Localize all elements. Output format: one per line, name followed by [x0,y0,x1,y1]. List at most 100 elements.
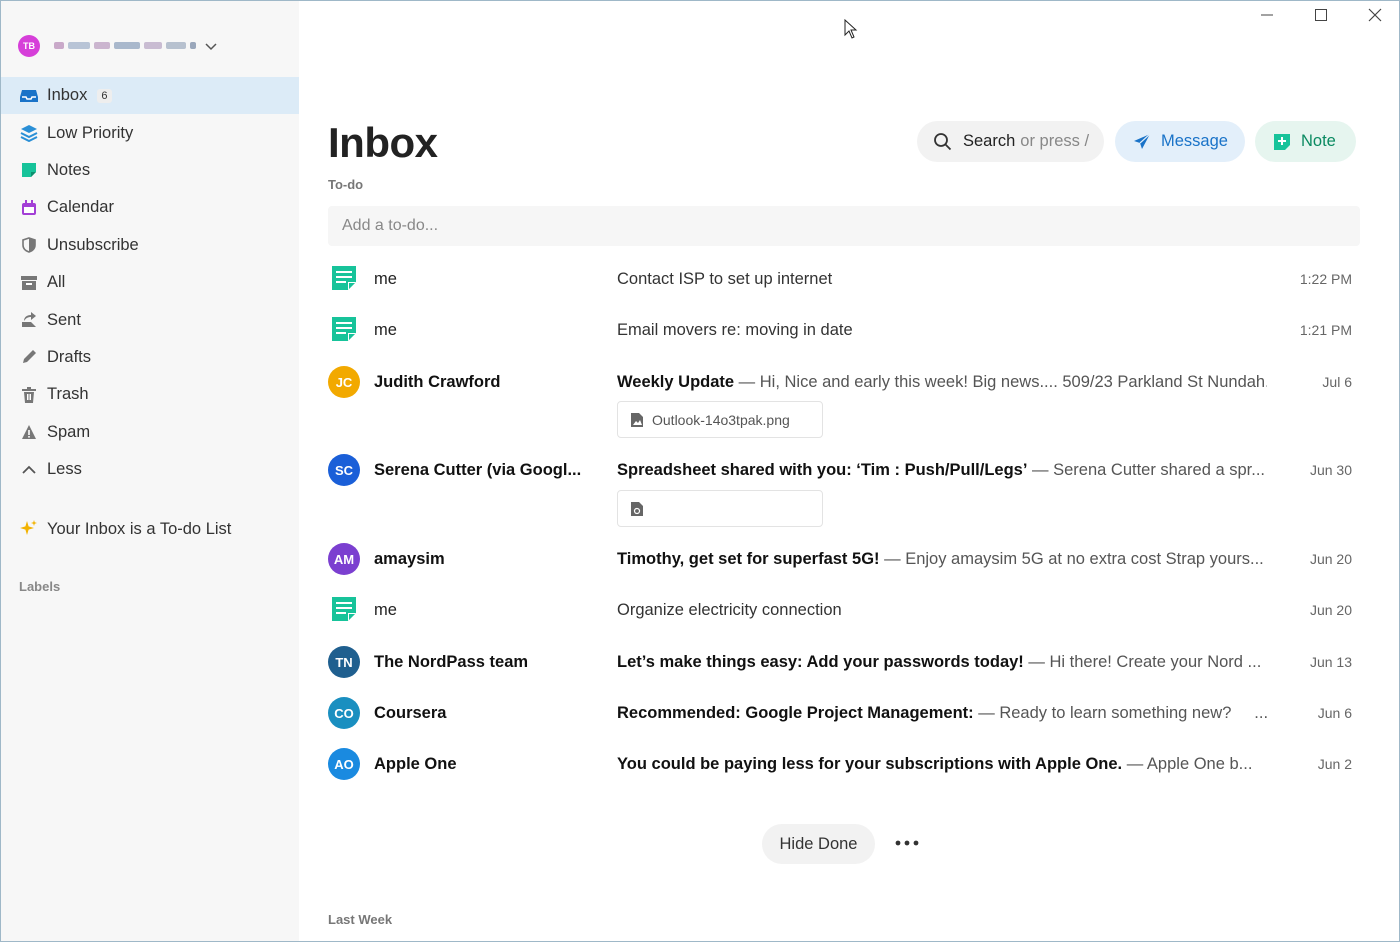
attachment-chip[interactable]: Outlook-14o3tpak.png [617,401,823,438]
row-preview: Email movers re: moving in date [617,321,853,339]
row-date: Jun 6 [1317,705,1352,721]
send-icon [1134,133,1151,149]
row-date: Jun 20 [1309,551,1352,567]
row-sender: amaysim [374,550,445,568]
row-preview: — Ready to learn something new? ... [973,704,1267,722]
row-preview: — Hi there! Create your Nord ... [1023,653,1262,671]
sidebar-nav: Inbox 6 Low Priority Notes Calendar Unsu… [1,77,299,488]
sidebar-item-label: All [47,273,66,292]
image-file-icon [631,412,643,427]
avatar: SC [328,454,360,486]
sidebar-item-low-priority[interactable]: Low Priority [1,114,299,151]
row-subject: Spreadsheet shared with you: ‘Tim : Push… [617,461,1028,479]
row-sender: Apple One [374,755,457,773]
row-sender: Coursera [374,704,447,722]
row-date: Jul 6 [1322,374,1352,390]
chevron-down-icon[interactable] [204,39,218,53]
attachment-chip[interactable] [617,490,823,527]
sidebar-item-label: Less [47,460,82,479]
sidebar-item-unsubscribe[interactable]: Unsubscribe [1,227,299,264]
close-button[interactable] [1365,5,1385,25]
avatar: AM [328,543,360,575]
row-date: Jun 2 [1317,756,1352,772]
row-date: Jun 30 [1309,462,1352,478]
pencil-icon [19,347,39,367]
sidebar-item-less[interactable]: Less [1,451,299,488]
new-message-label: Message [1161,132,1228,150]
row-sender: me [374,321,397,339]
hide-done-button[interactable]: Hide Done [762,824,875,864]
row-preview: — Apple One b... [1122,755,1253,773]
add-note-icon [1274,133,1290,150]
row-subject: Recommended: Google Project Management: [617,704,974,722]
row-sender: me [374,270,397,288]
mouse-cursor-icon [844,19,858,39]
search-button[interactable]: Search or press / [917,121,1104,162]
row-subject-line: Timothy, get set for superfast 5G! — Enj… [617,550,1267,569]
list-item[interactable]: TN The NordPass team Let’s make things e… [328,643,1360,683]
sidebar-item-label: Calendar [47,198,114,217]
page-title: Inbox [328,119,438,166]
sidebar-item-notes[interactable]: Notes [1,152,299,189]
sidebar-tip-todo-list[interactable]: Your Inbox is a To-do List [19,519,231,539]
list-item[interactable]: AM amaysim Timothy, get set for superfas… [328,540,1360,580]
account-switcher[interactable]: TB [18,35,218,57]
maximize-button[interactable] [1311,5,1331,25]
new-message-button[interactable]: Message [1115,121,1245,162]
send-icon [19,310,39,330]
more-options-button[interactable] [891,833,923,853]
avatar: JC [328,366,360,398]
sidebar-item-label: Unsubscribe [47,235,139,254]
list-item[interactable]: AO Apple One You could be paying less fo… [328,745,1360,785]
list-item[interactable]: me Email movers re: moving in date 1:21 … [328,311,1360,351]
search-icon [934,132,952,150]
note-icon [332,317,356,341]
list-item[interactable]: me Contact ISP to set up internet 1:22 P… [328,260,1360,300]
sparkle-icon [20,520,37,535]
row-subject: Let’s make things easy: Add your passwor… [617,653,1024,671]
row-subject: Timothy, get set for superfast 5G! [617,550,880,568]
search-label: Search [963,132,1016,150]
layers-icon [19,123,39,143]
row-subject-line: Spreadsheet shared with you: ‘Tim : Push… [617,461,1267,480]
row-preview: — Serena Cutter shared a spr... [1027,461,1265,479]
list-item[interactable]: CO Coursera Recommended: Google Project … [328,694,1360,734]
section-label-todo: To-do [328,177,364,192]
sidebar-item-inbox[interactable]: Inbox 6 [1,77,299,115]
sidebar-item-label: Notes [47,160,91,179]
sidebar-item-label: Low Priority [47,123,134,142]
account-avatar: TB [18,35,40,57]
unread-count-badge: 6 [97,88,112,103]
note-icon [332,266,356,290]
row-date: 1:21 PM [1299,322,1352,338]
add-todo-input[interactable] [328,206,1360,246]
sidebar-item-label: Drafts [47,347,92,366]
row-preview: — Enjoy amaysim 5G at no extra cost Stra… [879,550,1264,568]
sidebar-item-drafts[interactable]: Drafts [1,339,299,376]
sidebar-item-all[interactable]: All [1,264,299,301]
new-note-label: Note [1301,132,1336,150]
list-item[interactable]: me Organize electricity connection Jun 2… [328,591,1360,631]
sidebar-item-calendar[interactable]: Calendar [1,189,299,226]
row-date: 1:22 PM [1299,271,1352,287]
sidebar-item-label: Sent [47,310,81,329]
shared-file-icon [631,501,643,516]
inbox-icon [19,86,39,106]
sidebar-item-sent[interactable]: Sent [1,301,299,338]
new-note-button[interactable]: Note [1255,121,1356,162]
trash-icon [19,385,39,405]
sidebar-item-spam[interactable]: Spam [1,414,299,451]
row-sender: me [374,601,397,619]
row-subject-line: Weekly Update — Hi, Nice and early this … [617,373,1267,392]
warning-icon [19,422,39,442]
note-icon [19,160,39,180]
minimize-button[interactable] [1257,5,1277,25]
row-date: Jun 13 [1309,654,1352,670]
sidebar-item-label: Trash [47,385,89,404]
row-subject: You could be paying less for your subscr… [617,755,1123,773]
list-item[interactable]: JC Judith Crawford Weekly Update — Hi, N… [328,363,1360,403]
shield-icon [19,235,39,255]
avatar: TN [328,646,360,678]
sidebar-item-trash[interactable]: Trash [1,376,299,413]
list-item[interactable]: SC Serena Cutter (via Googl... Spreadshe… [328,451,1360,491]
